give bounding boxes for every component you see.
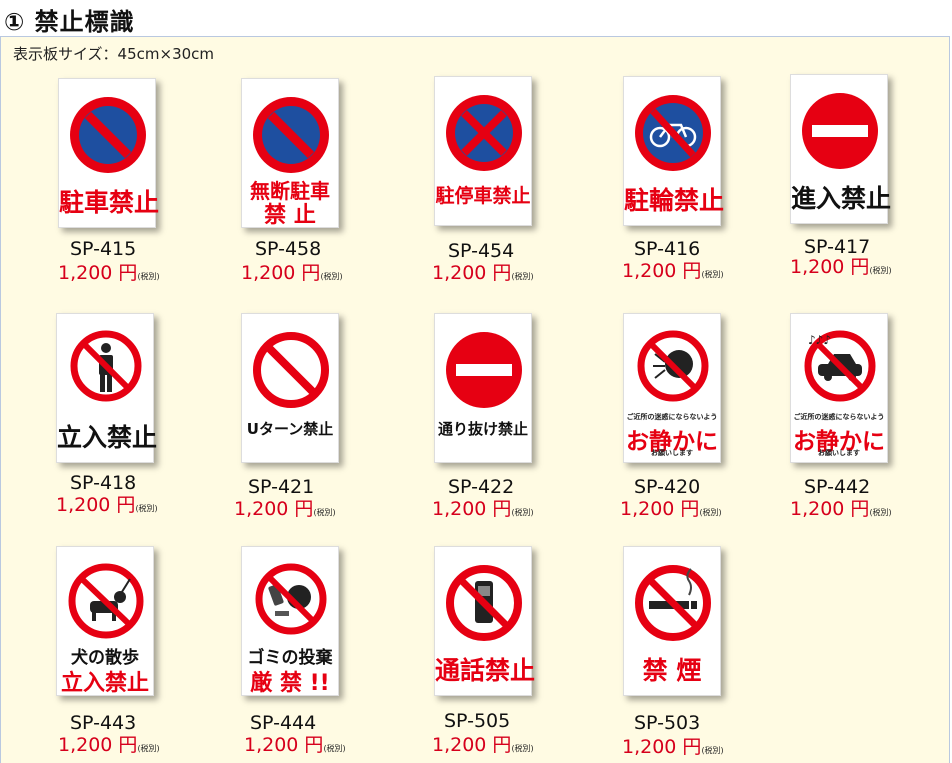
sign-image-sp-418[interactable]: 立入禁止 xyxy=(56,313,158,463)
sign-image-sp-420[interactable]: ご近所の迷惑にならないよう お静かに お願いします xyxy=(623,313,721,463)
price-value: 1,200 円 xyxy=(58,734,138,756)
product-code: SP-458 xyxy=(255,238,322,260)
size-note: 表示板サイズ：45cm×30cm xyxy=(13,45,215,63)
price-value: 1,200 円 xyxy=(432,498,512,520)
tax-note: (税別) xyxy=(320,272,343,281)
sign-image-sp-458[interactable]: 無断駐車禁 止 xyxy=(241,78,339,228)
product-price: 1,200 円(税別) xyxy=(790,252,892,279)
product-price: 1,200 円(税別) xyxy=(620,494,722,521)
tax-note: (税別) xyxy=(135,504,158,513)
sign-text: 立入禁止 xyxy=(57,423,158,452)
sign-text: 進入禁止 xyxy=(791,184,892,213)
price-value: 1,200 円 xyxy=(234,498,314,520)
product-price: 1,200 円(税別) xyxy=(432,730,534,757)
sign-image-sp-415[interactable]: 駐車禁止 xyxy=(58,78,160,228)
product-price: 1,200 円(税別) xyxy=(432,494,534,521)
sign-text: ご近所の迷惑にならないよう xyxy=(793,413,885,421)
sign-text: 駐停車禁止 xyxy=(435,185,531,207)
sign-text: ご近所の迷惑にならないよう xyxy=(626,413,718,421)
price-value: 1,200 円 xyxy=(790,498,870,520)
product-price: 1,200 円(税別) xyxy=(241,258,343,285)
tax-note: (税別) xyxy=(323,744,346,753)
tax-note: (税別) xyxy=(869,266,892,275)
price-value: 1,200 円 xyxy=(244,734,324,756)
sign-image-sp-505[interactable]: 通話禁止 xyxy=(434,546,536,696)
sign-text: Uターン禁止 xyxy=(246,420,334,438)
sign-text: 禁 止 xyxy=(264,203,316,228)
price-value: 1,200 円 xyxy=(790,256,870,278)
sign-text: 通話禁止 xyxy=(435,656,536,685)
tax-note: (税別) xyxy=(511,508,534,517)
sign-image-sp-422[interactable]: 通り抜け禁止 xyxy=(434,313,532,463)
tax-note: (税別) xyxy=(137,744,160,753)
product-price: 1,200 円(税別) xyxy=(622,256,724,283)
sign-text: 駐輪禁止 xyxy=(624,186,725,215)
sign-image-sp-416[interactable]: 駐輪禁止 xyxy=(623,76,725,226)
tax-note: (税別) xyxy=(313,508,336,517)
price-value: 1,200 円 xyxy=(241,262,321,284)
sign-image-sp-503[interactable]: 禁 煙 xyxy=(623,546,721,696)
price-value: 1,200 円 xyxy=(432,734,512,756)
product-price: 1,200 円(税別) xyxy=(622,732,724,759)
price-value: 1,200 円 xyxy=(432,262,512,284)
product-price: 1,200 円(税別) xyxy=(234,494,336,521)
sign-text: 通り抜け禁止 xyxy=(437,420,528,438)
price-value: 1,200 円 xyxy=(56,494,136,516)
sign-image-sp-444[interactable]: ゴミの投棄厳 禁 !! xyxy=(241,546,339,696)
tax-note: (税別) xyxy=(511,744,534,753)
sign-text: お願いします xyxy=(818,449,860,457)
product-code: SP-505 xyxy=(444,710,511,732)
product-price: 1,200 円(税別) xyxy=(56,490,158,517)
tax-note: (税別) xyxy=(699,508,722,517)
product-code: SP-415 xyxy=(70,238,137,260)
price-value: 1,200 円 xyxy=(620,498,700,520)
sign-image-sp-421[interactable]: Uターン禁止 xyxy=(241,313,339,463)
price-value: 1,200 円 xyxy=(622,260,702,282)
sign-text: 厳 禁 !! xyxy=(250,671,330,696)
sign-text: 禁 煙 xyxy=(642,656,702,685)
section-header: ① 禁止標識 xyxy=(0,0,952,36)
sign-text: 駐車禁止 xyxy=(59,188,160,217)
price-value: 1,200 円 xyxy=(58,262,138,284)
tax-note: (税別) xyxy=(701,270,724,279)
tax-note: (税別) xyxy=(701,746,724,755)
tax-note: (税別) xyxy=(511,272,534,281)
sign-image-sp-417[interactable]: 進入禁止 xyxy=(790,74,892,224)
section-title: ① 禁止標識 xyxy=(4,8,135,36)
product-price: 1,200 円(税別) xyxy=(432,258,534,285)
product-price: 1,200 円(税別) xyxy=(244,730,346,757)
tax-note: (税別) xyxy=(137,272,160,281)
product-code: SP-503 xyxy=(634,712,701,734)
product-price: 1,200 円(税別) xyxy=(58,730,160,757)
price-value: 1,200 円 xyxy=(622,736,702,758)
product-price: 1,200 円(税別) xyxy=(790,494,892,521)
tax-note: (税別) xyxy=(869,508,892,517)
sign-text: 立入禁止 xyxy=(60,671,149,696)
sign-text: お願いします xyxy=(651,449,693,457)
sign-image-sp-442[interactable]: ♪♪♪ ご近所の迷惑にならないよう お静かに お願いします xyxy=(790,313,888,463)
sign-image-sp-454[interactable]: 駐停車禁止 xyxy=(434,76,532,226)
sign-image-sp-443[interactable]: 犬の散歩 立入禁止 xyxy=(56,546,154,696)
product-price: 1,200 円(税別) xyxy=(58,258,160,285)
